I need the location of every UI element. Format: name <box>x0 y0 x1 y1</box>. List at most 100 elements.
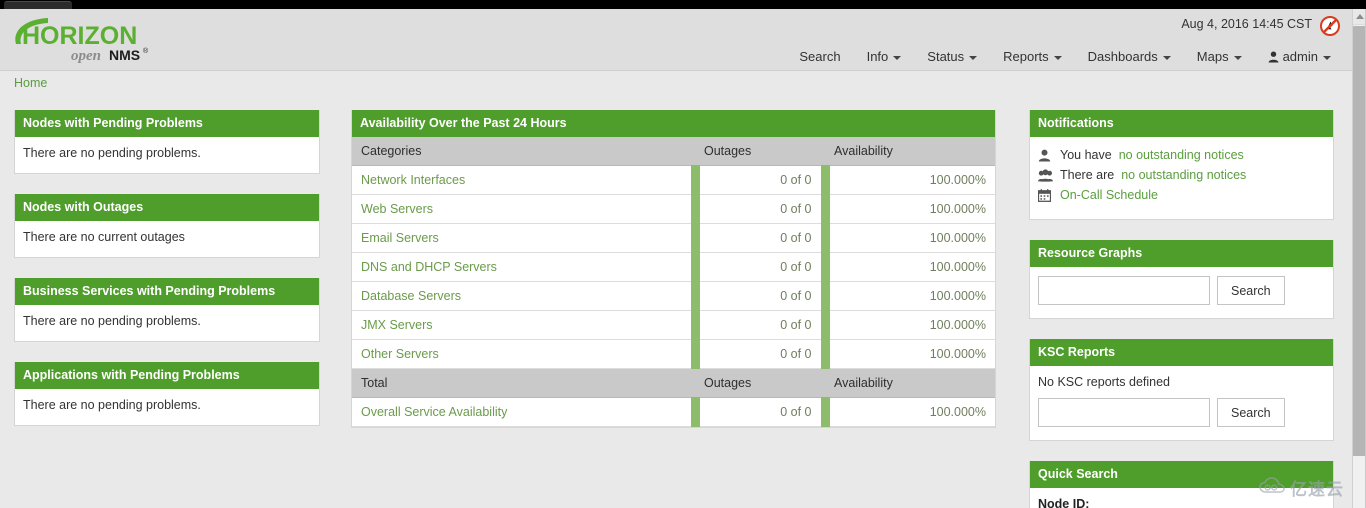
panel-availability-24h: Availability Over the Past 24 Hours Cate… <box>351 110 996 428</box>
resource-graphs-search-button[interactable]: Search <box>1217 276 1285 305</box>
panel-title: Applications with Pending Problems <box>15 362 319 389</box>
table-row: Email Servers 0 of 0 100.000% <box>352 223 995 253</box>
ksc-empty-text: No KSC reports defined <box>1038 375 1171 389</box>
nav-item-admin[interactable]: admin <box>1255 45 1344 68</box>
notification-prefix: There are <box>1060 168 1115 182</box>
overall-service-availability-link[interactable]: Overall Service Availability <box>361 405 507 419</box>
availability-cell: 100.000% <box>820 397 995 427</box>
page-header: HORIZON open NMS ® Aug 4, 2016 14:45 CST… <box>0 9 1352 71</box>
availability-table-body: Network Interfaces 0 of 0 100.000% Web S… <box>352 165 995 427</box>
ksc-reports-search-button[interactable]: Search <box>1217 398 1285 427</box>
svg-text:open: open <box>71 48 101 64</box>
availability-table: Categories Outages Availability Network … <box>352 137 995 427</box>
ksc-reports-search-input[interactable] <box>1038 398 1210 427</box>
availability-cell: 100.000% <box>820 165 995 195</box>
no-outstanding-notices-link[interactable]: no outstanding notices <box>1119 147 1244 164</box>
panel-title: Nodes with Outages <box>15 194 319 221</box>
outages-cell: 0 of 0 <box>690 339 825 369</box>
nav-item-search[interactable]: Search <box>786 45 853 68</box>
main-navigation: Search Info Status Reports Dashboards Ma… <box>786 45 1344 68</box>
cloud-icon <box>1259 476 1285 499</box>
nav-label: Search <box>799 49 841 64</box>
on-call-schedule-link[interactable]: On-Call Schedule <box>1060 187 1158 204</box>
panel-body-text: There are no pending problems. <box>15 137 319 173</box>
opennms-horizon-logo[interactable]: HORIZON open NMS ® <box>8 14 158 66</box>
opennms-dashboard-page: HORIZON open NMS ® Aug 4, 2016 14:45 CST… <box>0 0 1366 508</box>
panel-body: No KSC reports defined Search <box>1030 366 1333 440</box>
outages-cell: 0 of 0 <box>690 310 825 340</box>
category-link[interactable]: DNS and DHCP Servers <box>361 260 497 274</box>
table-header-row: Categories Outages Availability <box>352 137 995 166</box>
breadcrumb-home[interactable]: Home <box>14 76 47 90</box>
availability-cell: 100.000% <box>820 310 995 340</box>
nav-item-reports[interactable]: Reports <box>990 45 1075 68</box>
category-link[interactable]: JMX Servers <box>361 318 433 332</box>
table-row: Database Servers 0 of 0 100.000% <box>352 281 995 311</box>
nav-item-dashboards[interactable]: Dashboards <box>1075 45 1184 68</box>
column-header-categories: Categories <box>352 137 695 166</box>
column-header-outages: Outages <box>695 137 825 166</box>
panel-resource-graphs: Resource Graphs Search <box>1029 240 1334 319</box>
chevron-down-icon <box>893 55 902 60</box>
category-cell: Overall Service Availability <box>352 397 695 427</box>
outages-cell: 0 of 0 <box>690 397 825 427</box>
calendar-icon <box>1038 189 1053 203</box>
nav-item-status[interactable]: Status <box>914 45 990 68</box>
availability-cell: 100.000% <box>820 281 995 311</box>
panel-business-services-pending-problems: Business Services with Pending Problems … <box>14 278 320 342</box>
table-row: DNS and DHCP Servers 0 of 0 100.000% <box>352 252 995 282</box>
column-header-total-availability: Availability <box>825 368 995 398</box>
nav-label: Info <box>866 49 889 64</box>
vertical-scrollbar[interactable] <box>1352 9 1366 508</box>
availability-cell: 100.000% <box>820 252 995 282</box>
category-cell: Database Servers <box>352 281 695 311</box>
panel-body-text: There are no current outages <box>15 221 319 257</box>
category-cell: Web Servers <box>352 194 695 224</box>
panel-applications-pending-problems: Applications with Pending Problems There… <box>14 362 320 426</box>
user-icon <box>1038 149 1053 163</box>
table-row: Network Interfaces 0 of 0 100.000% <box>352 165 995 195</box>
chevron-down-icon <box>969 55 978 60</box>
nav-label: Maps <box>1196 49 1229 64</box>
notification-row-user: You have no outstanding notices <box>1038 146 1325 166</box>
category-cell: JMX Servers <box>352 310 695 340</box>
panel-nodes-pending-problems: Nodes with Pending Problems There are no… <box>14 110 320 174</box>
panel-title: Nodes with Pending Problems <box>15 110 319 137</box>
nav-label: Dashboards <box>1087 49 1158 64</box>
resource-graphs-search-input[interactable] <box>1038 276 1210 305</box>
availability-cell: 100.000% <box>820 223 995 253</box>
watermark: 亿速云 <box>1259 475 1344 500</box>
category-cell: DNS and DHCP Servers <box>352 252 695 282</box>
outages-cell: 0 of 0 <box>690 165 825 195</box>
chevron-down-icon <box>1323 55 1331 60</box>
category-link[interactable]: Database Servers <box>361 289 461 303</box>
current-datetime: Aug 4, 2016 14:45 CST <box>1181 17 1312 31</box>
notices-off-icon[interactable] <box>1320 16 1340 36</box>
no-outstanding-notices-link[interactable]: no outstanding notices <box>1121 167 1246 184</box>
category-link[interactable]: Email Servers <box>361 231 439 245</box>
table-row: Web Servers 0 of 0 100.000% <box>352 194 995 224</box>
outages-cell: 0 of 0 <box>690 223 825 253</box>
outages-cell: 0 of 0 <box>690 252 825 282</box>
panel-title: Resource Graphs <box>1030 240 1333 267</box>
category-link[interactable]: Web Servers <box>361 202 433 216</box>
panel-title: Availability Over the Past 24 Hours <box>352 110 995 137</box>
category-link[interactable]: Network Interfaces <box>361 173 465 187</box>
panel-ksc-reports: KSC Reports No KSC reports defined Searc… <box>1029 339 1334 441</box>
outages-cell: 0 of 0 <box>690 194 825 224</box>
svg-text:®: ® <box>143 47 149 55</box>
chevron-down-icon <box>1162 55 1171 60</box>
panel-notifications: Notifications You have no outstanding no… <box>1029 110 1334 220</box>
nav-item-maps[interactable]: Maps <box>1184 45 1255 68</box>
nav-item-info[interactable]: Info <box>854 45 915 68</box>
nav-label: Status <box>927 49 965 64</box>
panel-title: Notifications <box>1030 110 1333 137</box>
browser-chrome-strip <box>0 0 1366 9</box>
center-column: Availability Over the Past 24 Hours Cate… <box>351 110 996 448</box>
panel-body-text: There are no pending problems. <box>15 305 319 341</box>
browser-tab[interactable] <box>4 1 72 9</box>
category-link[interactable]: Other Servers <box>361 347 439 361</box>
total-header-row: Total Outages Availability <box>352 368 995 398</box>
notification-prefix: You have <box>1060 148 1112 162</box>
column-header-total: Total <box>352 368 695 398</box>
